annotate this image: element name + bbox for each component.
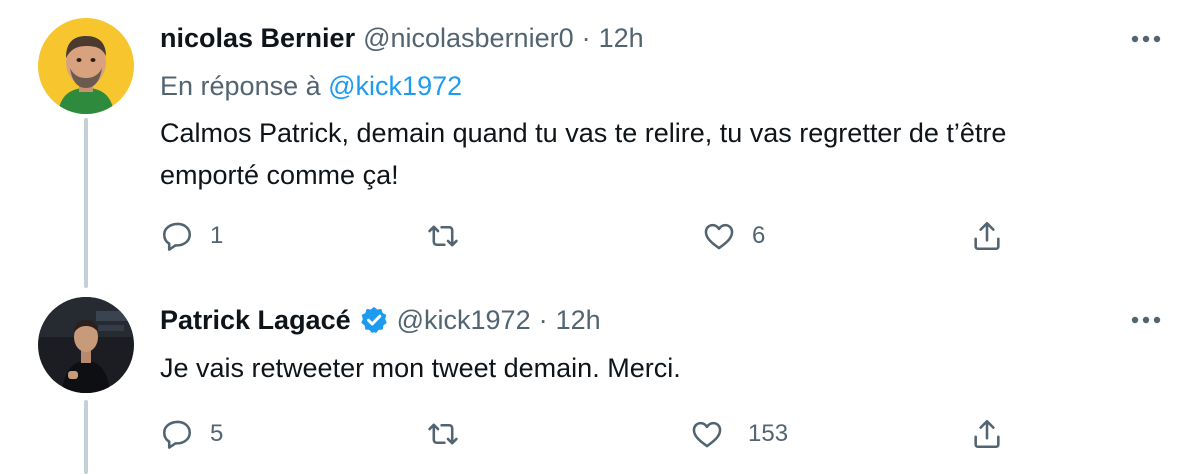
separator-dot: · [581, 23, 591, 53]
retweet-button[interactable] [426, 216, 476, 256]
tweet-1[interactable]: nicolas Bernier @nicolasbernier0 · 12h E… [0, 0, 1192, 285]
timestamp[interactable]: 12h [599, 21, 644, 55]
separator-dot: · [538, 305, 548, 335]
share-icon [974, 419, 1000, 449]
retweet-icon [428, 225, 458, 247]
tweet-actions: 1 6 [160, 216, 1040, 256]
tweet-actions: 5 153 [160, 414, 1040, 454]
more-options-button[interactable] [1126, 305, 1166, 335]
author-handle[interactable]: @kick1972 [397, 303, 531, 337]
avatar[interactable] [38, 18, 134, 114]
tweet-2[interactable]: Patrick Lagacé @kick1972 · 12h Je vais r… [0, 285, 1192, 474]
like-button[interactable]: 153 [690, 414, 788, 454]
like-count: 153 [748, 420, 789, 447]
avatar[interactable] [38, 297, 134, 393]
author-handle[interactable]: @nicolasbernier0 [363, 21, 574, 55]
tweet-text: Je vais retweeter mon tweet demain. Merc… [160, 347, 1150, 389]
reply-prefix: En réponse à [160, 71, 321, 101]
reply-context: En réponse à @kick1972 [160, 69, 462, 103]
tweet-text-line: emporté comme ça! [160, 160, 399, 190]
tweet-text: Calmos Patrick, demain quand tu vas te r… [160, 112, 1150, 196]
share-button[interactable] [970, 216, 1004, 256]
reply-to-handle-link[interactable]: @kick1972 [328, 71, 462, 101]
like-icon [704, 223, 734, 250]
reply-count: 1 [210, 222, 224, 249]
like-icon [692, 421, 722, 448]
avatar-image [38, 297, 134, 393]
tweet-text-line: Calmos Patrick, demain quand tu vas te r… [160, 118, 1007, 148]
more-icon [1131, 316, 1161, 324]
retweet-icon [428, 423, 458, 445]
reply-icon [162, 222, 192, 251]
like-count: 6 [752, 222, 766, 249]
reply-button[interactable]: 1 [160, 216, 223, 256]
verified-badge-icon [360, 306, 387, 334]
author-name[interactable]: nicolas Bernier [160, 21, 355, 55]
more-icon [1131, 35, 1161, 43]
author-name[interactable]: Patrick Lagacé [160, 303, 351, 337]
reply-icon [162, 420, 192, 449]
reply-button[interactable]: 5 [160, 414, 223, 454]
tweet-header: Patrick Lagacé @kick1972 · 12h [160, 303, 601, 337]
retweet-button[interactable] [426, 414, 476, 454]
avatar-image [38, 18, 134, 114]
timestamp[interactable]: 12h [556, 303, 601, 337]
tweet-header: nicolas Bernier @nicolasbernier0 · 12h [160, 21, 644, 55]
reply-count: 5 [210, 420, 224, 447]
tweet-text-line: Je vais retweeter mon tweet demain. Merc… [160, 353, 681, 383]
like-button[interactable]: 6 [702, 216, 765, 256]
more-options-button[interactable] [1126, 24, 1166, 54]
share-button[interactable] [970, 414, 1004, 454]
share-icon [974, 221, 1000, 251]
verified-badge [359, 305, 389, 335]
